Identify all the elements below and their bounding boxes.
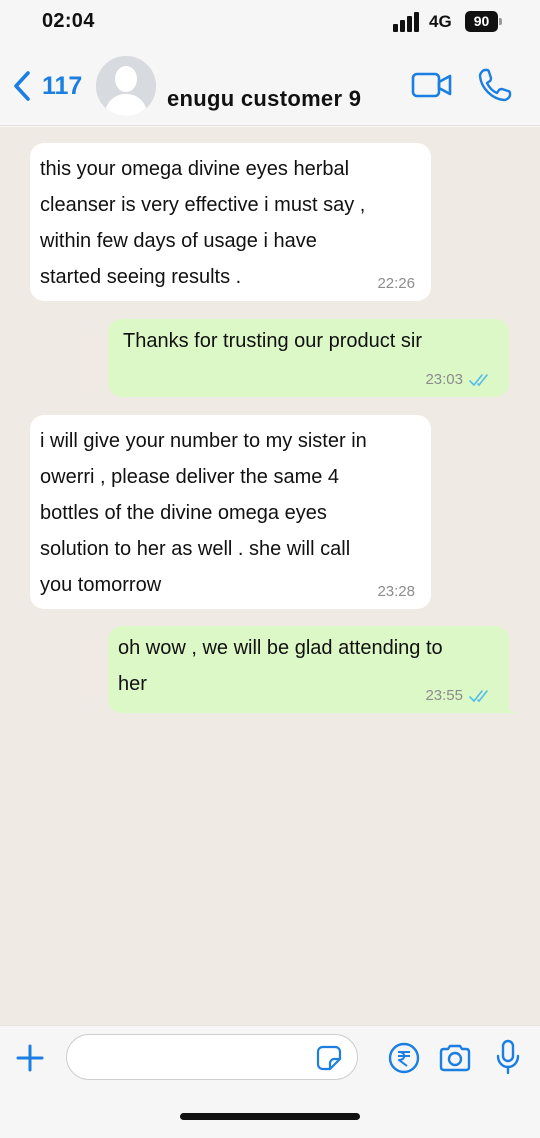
rupee-payment-icon[interactable] (388, 1042, 420, 1074)
message-time: 23:03 (425, 371, 493, 389)
message-timestamp: 23:28 (377, 583, 415, 600)
battery-icon: 90 (465, 11, 502, 33)
plus-icon[interactable] (14, 1042, 46, 1074)
sticker-icon[interactable] (316, 1045, 342, 1071)
composer-bar (0, 1025, 540, 1138)
message-time: 23:28 (377, 583, 415, 601)
message-time: 23:55 (425, 687, 493, 705)
message-text: i will give your number to my sister in … (40, 430, 367, 596)
message-text: this your omega divine eyes herbal clean… (40, 158, 366, 288)
contact-name[interactable]: enugu customer 9 (167, 86, 361, 112)
status-time: 02:04 (42, 10, 95, 32)
default-avatar-icon (96, 56, 156, 116)
bubble-tail (500, 697, 518, 713)
message-outgoing[interactable]: Thanks for trusting our product sir 23:0… (108, 319, 509, 397)
double-check-read-icon (469, 374, 488, 387)
message-outgoing[interactable]: oh wow , we will be glad attending to he… (108, 626, 518, 713)
voice-call-button[interactable] (476, 66, 514, 104)
message-timestamp: 23:55 (425, 687, 463, 704)
message-input[interactable] (66, 1034, 358, 1080)
chat-header: 117 enugu customer 9 (0, 44, 540, 126)
camera-icon[interactable] (438, 1042, 472, 1074)
signal-strength-icon (393, 12, 423, 32)
message-timestamp: 23:03 (425, 371, 463, 388)
microphone-icon[interactable] (495, 1039, 521, 1075)
avatar[interactable] (96, 56, 156, 116)
back-button[interactable]: 117 (12, 66, 82, 106)
video-call-button[interactable] (411, 68, 453, 102)
message-timestamp: 22:26 (377, 275, 415, 292)
network-type: 4G (429, 12, 452, 31)
message-incoming[interactable]: i will give your number to my sister in … (30, 415, 431, 609)
unread-count: 117 (42, 71, 83, 100)
battery-level: 90 (465, 11, 498, 32)
message-text: Thanks for trusting our product sir (123, 330, 423, 352)
status-bar: 02:04 4G 90 (0, 0, 540, 44)
message-time: 22:26 (377, 275, 415, 293)
home-indicator (180, 1113, 360, 1120)
chat-area[interactable]: this your omega divine eyes herbal clean… (0, 127, 540, 1025)
chevron-left-icon (14, 71, 30, 101)
message-incoming[interactable]: this your omega divine eyes herbal clean… (30, 143, 431, 301)
double-check-read-icon (469, 690, 488, 703)
